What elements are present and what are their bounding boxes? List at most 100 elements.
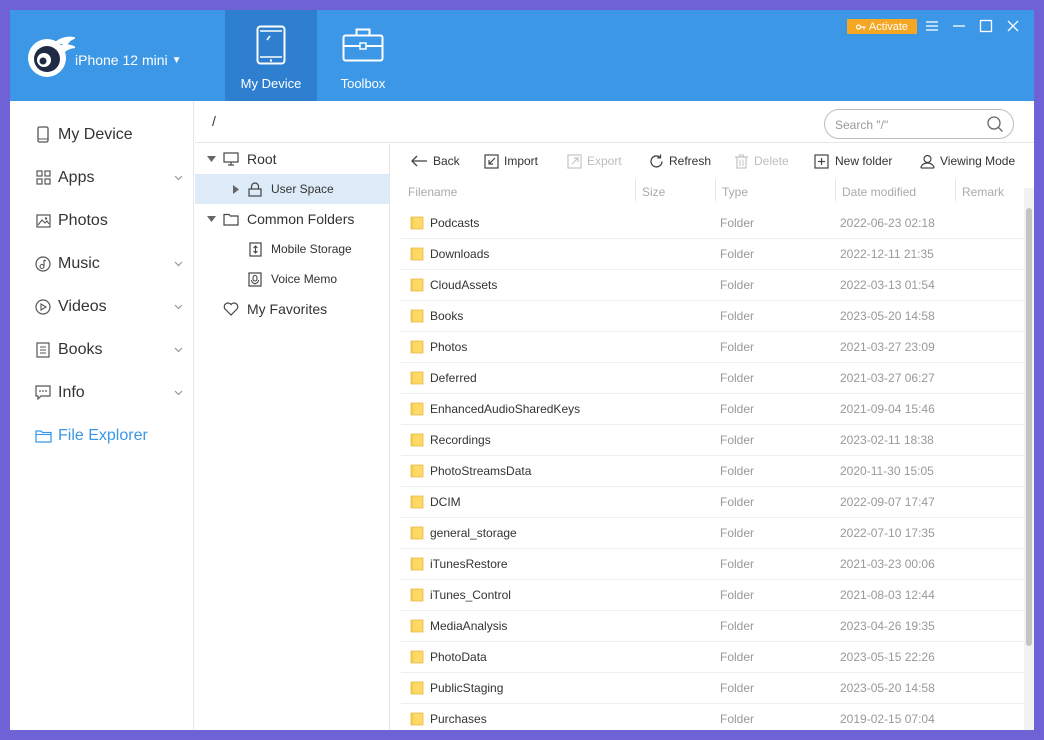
search-input[interactable] bbox=[835, 116, 980, 133]
refresh-button[interactable]: Refresh bbox=[649, 152, 711, 170]
caret-down-icon[interactable] bbox=[206, 154, 216, 164]
table-row[interactable]: iTunesRestore Folder 2021-03-23 00:06 bbox=[401, 549, 1024, 580]
minimize-button[interactable] bbox=[949, 16, 969, 36]
table-row[interactable]: Photos Folder 2021-03-27 23:09 bbox=[401, 332, 1024, 363]
table-row[interactable]: DCIM Folder 2022-09-07 17:47 bbox=[401, 487, 1024, 518]
sidebar-item-videos[interactable]: Videos bbox=[10, 285, 194, 328]
header-filename[interactable]: Filename bbox=[408, 185, 457, 199]
folder-icon bbox=[410, 557, 424, 571]
activate-label: Activate bbox=[868, 20, 909, 33]
export-button[interactable]: Export bbox=[567, 152, 622, 170]
path-bar: / bbox=[195, 101, 1034, 143]
folder-icon bbox=[410, 588, 424, 602]
row-type: Folder bbox=[720, 495, 755, 509]
row-date: 2021-03-27 23:09 bbox=[840, 340, 935, 354]
column-divider[interactable] bbox=[835, 179, 836, 201]
import-label: Import bbox=[504, 154, 539, 168]
tab-my-device[interactable]: My Device bbox=[225, 10, 317, 101]
column-divider[interactable] bbox=[955, 179, 956, 201]
table-row[interactable]: Deferred Folder 2021-03-27 06:27 bbox=[401, 363, 1024, 394]
table-row[interactable]: iTunes_Control Folder 2021-08-03 12:44 bbox=[401, 580, 1024, 611]
menu-button[interactable] bbox=[922, 16, 942, 36]
search-icon[interactable] bbox=[986, 115, 1004, 133]
tab-toolbox[interactable]: Toolbox bbox=[317, 10, 409, 101]
folder-icon bbox=[410, 433, 424, 447]
tree-item-label: Root bbox=[247, 151, 277, 167]
header-size[interactable]: Size bbox=[642, 185, 665, 199]
row-date: 2021-03-23 00:06 bbox=[840, 557, 935, 571]
folder-icon bbox=[410, 650, 424, 664]
table-row[interactable]: Downloads Folder 2022-12-11 21:35 bbox=[401, 239, 1024, 270]
table-row[interactable]: Purchases Folder 2019-02-15 07:04 bbox=[401, 704, 1024, 730]
sidebar-item-label: My Device bbox=[58, 125, 133, 143]
table-row[interactable]: PublicStaging Folder 2023-05-20 14:58 bbox=[401, 673, 1024, 704]
row-type: Folder bbox=[720, 278, 755, 292]
sidebar-item-label: Books bbox=[58, 340, 103, 358]
toolbox-icon bbox=[342, 24, 384, 66]
folder-icon bbox=[410, 464, 424, 478]
sidebar-item-apps[interactable]: Apps bbox=[10, 156, 194, 199]
sidebar-item-books[interactable]: Books bbox=[10, 328, 194, 371]
delete-button[interactable]: Delete bbox=[734, 152, 789, 170]
sidebar-item-photos[interactable]: Photos bbox=[10, 199, 194, 242]
sidebar-item-music[interactable]: Music bbox=[10, 242, 194, 285]
header-date[interactable]: Date modified bbox=[842, 185, 916, 199]
table-row[interactable]: PhotoStreamsData Folder 2020-11-30 15:05 bbox=[401, 456, 1024, 487]
caret-down-icon: ▼ bbox=[171, 54, 182, 66]
import-button[interactable]: Import bbox=[484, 152, 538, 170]
tree-item-voice-memo[interactable]: Voice Memo bbox=[195, 264, 389, 294]
folder-icon bbox=[410, 340, 424, 354]
maximize-button[interactable] bbox=[976, 16, 996, 36]
column-divider[interactable] bbox=[715, 179, 716, 201]
row-type: Folder bbox=[720, 247, 755, 261]
minimize-icon bbox=[953, 25, 965, 27]
tree-item-label: Voice Memo bbox=[271, 272, 338, 286]
books-icon bbox=[34, 341, 52, 359]
sidebar-item-info[interactable]: Info bbox=[10, 371, 194, 414]
activate-button[interactable]: Activate bbox=[847, 19, 917, 34]
header-type[interactable]: Type bbox=[722, 185, 748, 199]
row-filename: Podcasts bbox=[430, 216, 480, 230]
table-row[interactable]: Recordings Folder 2023-02-11 18:38 bbox=[401, 425, 1024, 456]
table-row[interactable]: CloudAssets Folder 2022-03-13 01:54 bbox=[401, 270, 1024, 301]
apps-icon bbox=[34, 169, 52, 187]
key-icon bbox=[855, 23, 866, 30]
row-type: Folder bbox=[720, 650, 755, 664]
table-row[interactable]: Podcasts Folder 2022-06-23 02:18 bbox=[401, 208, 1024, 239]
sidebar-item-label: Videos bbox=[58, 297, 107, 315]
current-path: / bbox=[212, 113, 216, 129]
folder-icon bbox=[410, 526, 424, 540]
device-name-label: iPhone 12 mini bbox=[75, 52, 168, 68]
close-button[interactable] bbox=[1003, 16, 1023, 36]
tree-item-mobile-storage[interactable]: Mobile Storage bbox=[195, 234, 389, 264]
caret-down-icon[interactable] bbox=[206, 214, 216, 224]
back-label: Back bbox=[433, 154, 460, 168]
new-folder-button[interactable]: New folder bbox=[814, 152, 892, 170]
table-row[interactable]: Books Folder 2023-05-20 14:58 bbox=[401, 301, 1024, 332]
back-button[interactable]: Back bbox=[411, 152, 460, 170]
tree-item-common-folders[interactable]: Common Folders bbox=[195, 204, 389, 234]
device-selector[interactable]: iPhone 12 mini ▼ bbox=[75, 52, 182, 68]
caret-right-icon[interactable] bbox=[231, 184, 241, 194]
header-remark[interactable]: Remark bbox=[962, 185, 1004, 199]
tree-item-root[interactable]: Root bbox=[195, 144, 389, 174]
table-row[interactable]: general_storage Folder 2022-07-10 17:35 bbox=[401, 518, 1024, 549]
row-filename: Deferred bbox=[430, 371, 477, 385]
refresh-icon bbox=[650, 154, 663, 168]
table-row[interactable]: EnhancedAudioSharedKeys Folder 2021-09-04 … bbox=[401, 394, 1024, 425]
table-row[interactable]: PhotoData Folder 2023-05-15 22:26 bbox=[401, 642, 1024, 673]
tree-item-my-favorites[interactable]: My Favorites bbox=[195, 294, 389, 324]
row-date: 2020-11-30 15:05 bbox=[840, 464, 934, 478]
folder-icon bbox=[410, 681, 424, 695]
sidebar-item-my-device[interactable]: My Device bbox=[10, 113, 194, 156]
sidebar-item-label: Info bbox=[58, 383, 85, 401]
vertical-scrollbar[interactable] bbox=[1026, 208, 1032, 646]
tree-item-user-space[interactable]: User Space bbox=[195, 174, 389, 204]
sidebar-item-file-explorer[interactable]: File Explorer bbox=[10, 414, 194, 457]
row-type: Folder bbox=[720, 681, 755, 695]
row-type: Folder bbox=[720, 433, 755, 447]
row-filename: MediaAnalysis bbox=[430, 619, 508, 633]
viewing-mode-button[interactable]: Viewing Mode bbox=[920, 152, 1015, 170]
table-row[interactable]: MediaAnalysis Folder 2023-04-26 19:35 bbox=[401, 611, 1024, 642]
column-divider[interactable] bbox=[635, 179, 636, 201]
